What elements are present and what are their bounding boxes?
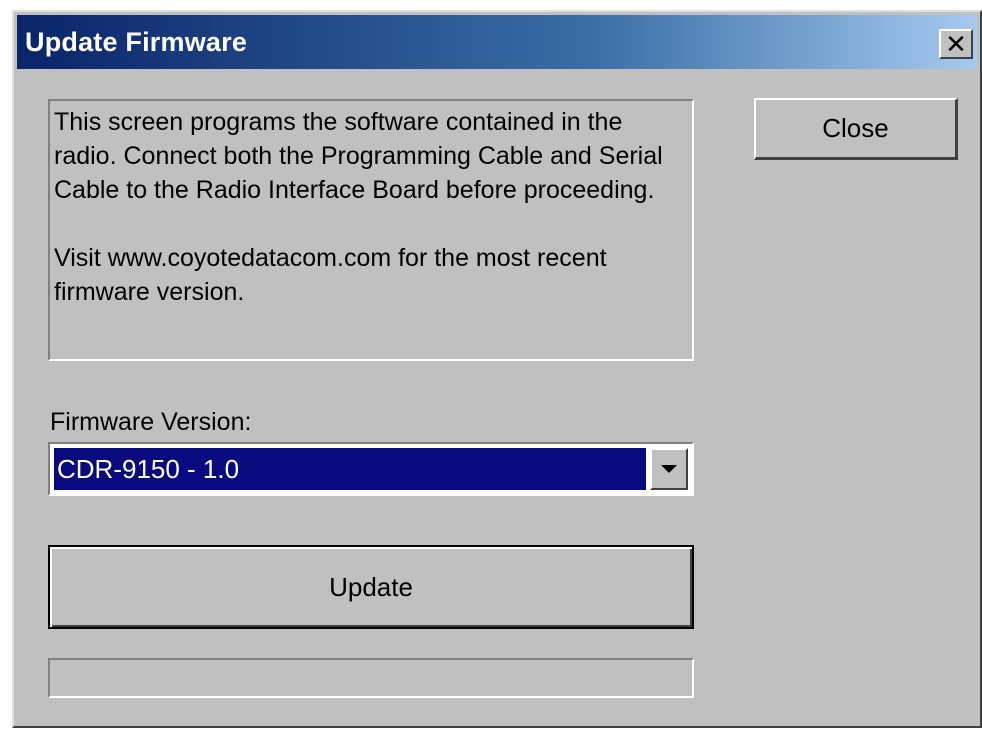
update-firmware-dialog: Update Firmware ✕ This screen programs t… [12, 10, 982, 728]
chevron-down-icon [661, 465, 677, 473]
firmware-version-selected-value[interactable]: CDR-9150 - 1.0 [53, 447, 647, 491]
dropdown-button[interactable] [650, 448, 688, 490]
title-bar[interactable]: Update Firmware ✕ [17, 15, 977, 69]
close-icon[interactable]: ✕ [939, 29, 973, 59]
info-paragraph-instructions: This screen programs the software contai… [54, 108, 663, 204]
info-paragraph-website: Visit www.coyotedatacom.com for the most… [54, 244, 607, 306]
firmware-version-select[interactable]: CDR-9150 - 1.0 [48, 442, 694, 496]
progress-bar [48, 658, 694, 698]
update-button[interactable]: Update [48, 545, 694, 629]
window-title: Update Firmware [25, 26, 248, 57]
firmware-version-label: Firmware Version: [50, 408, 252, 436]
info-text-box: This screen programs the software contai… [48, 99, 694, 361]
close-button[interactable]: Close [754, 98, 958, 160]
